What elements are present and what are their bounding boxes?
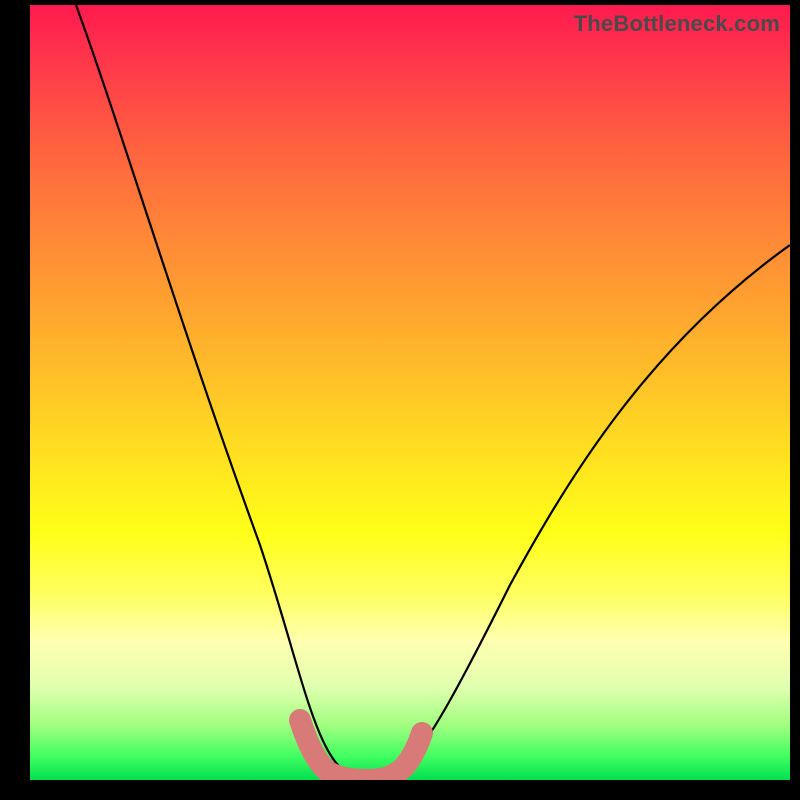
curve-layer bbox=[30, 5, 790, 780]
chart-frame: TheBottleneck.com bbox=[0, 0, 800, 800]
highlight-dot bbox=[291, 711, 309, 729]
highlight-dot bbox=[413, 724, 431, 742]
plot-area: TheBottleneck.com bbox=[30, 5, 790, 780]
bottleneck-curve bbox=[76, 5, 790, 777]
